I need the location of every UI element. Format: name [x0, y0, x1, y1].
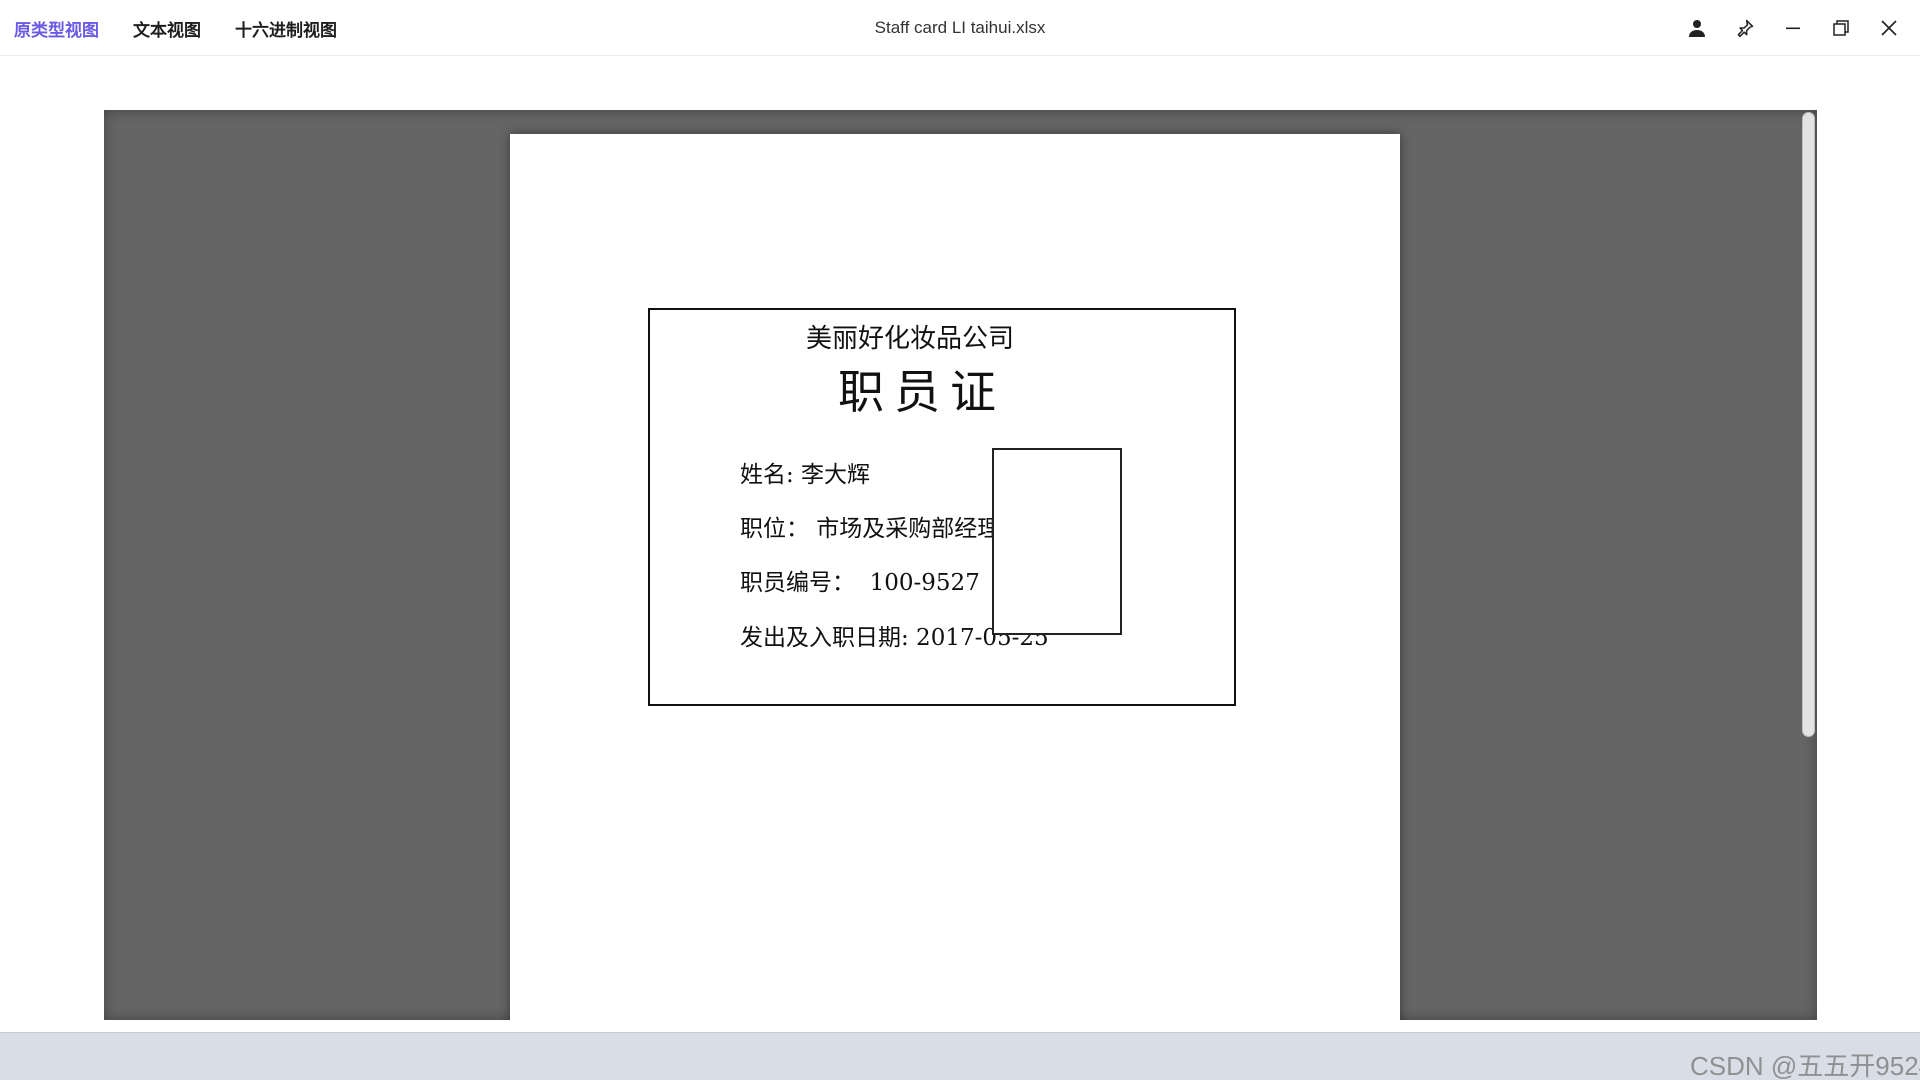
title-bar: 原类型视图 文本视图 十六进制视图 Staff card LI taihui.x… [0, 0, 1920, 56]
screen: 原类型视图 文本视图 十六进制视图 Staff card LI taihui.x… [0, 0, 1920, 1080]
card-field-name: 姓名: 李大辉 [740, 455, 870, 489]
tab-original-view[interactable]: 原类型视图 [14, 16, 99, 41]
view-tabs: 原类型视图 文本视图 十六进制视图 [14, 0, 337, 56]
document-viewer: 美丽好化妆品公司 职员证 姓名: 李大辉 职位： 市场及采购部经理 职员编号： … [104, 110, 1817, 1020]
window-bottom-strip [0, 1020, 1920, 1032]
card-title: 职员证 [650, 356, 1194, 422]
tab-hex-view[interactable]: 十六进制视图 [235, 16, 337, 41]
vertical-scrollbar[interactable] [1802, 112, 1815, 737]
card-field-position: 职位： 市场及采购部经理 [740, 509, 1000, 543]
taskbar: 10°C 晴朗 搜索 VC [0, 1032, 1920, 1080]
pin-icon[interactable] [1732, 15, 1758, 41]
user-icon[interactable] [1684, 15, 1710, 41]
card-photo-placeholder [992, 448, 1122, 635]
window-controls [1684, 0, 1902, 56]
tab-text-view[interactable]: 文本视图 [133, 16, 201, 41]
card-field-employee-id: 职员编号： 100-9527 [740, 563, 980, 597]
viewer-toolbar: Page 1▼ 100%▼ [0, 56, 1920, 110]
close-icon[interactable] [1876, 15, 1902, 41]
card-company-name: 美丽好化妆品公司 [650, 318, 1170, 355]
staff-card: 美丽好化妆品公司 职员证 姓名: 李大辉 职位： 市场及采购部经理 职员编号： … [648, 308, 1236, 706]
restore-icon[interactable] [1828, 15, 1854, 41]
minimize-icon[interactable] [1780, 15, 1806, 41]
document-page: 美丽好化妆品公司 职员证 姓名: 李大辉 职位： 市场及采购部经理 职员编号： … [510, 134, 1400, 1020]
